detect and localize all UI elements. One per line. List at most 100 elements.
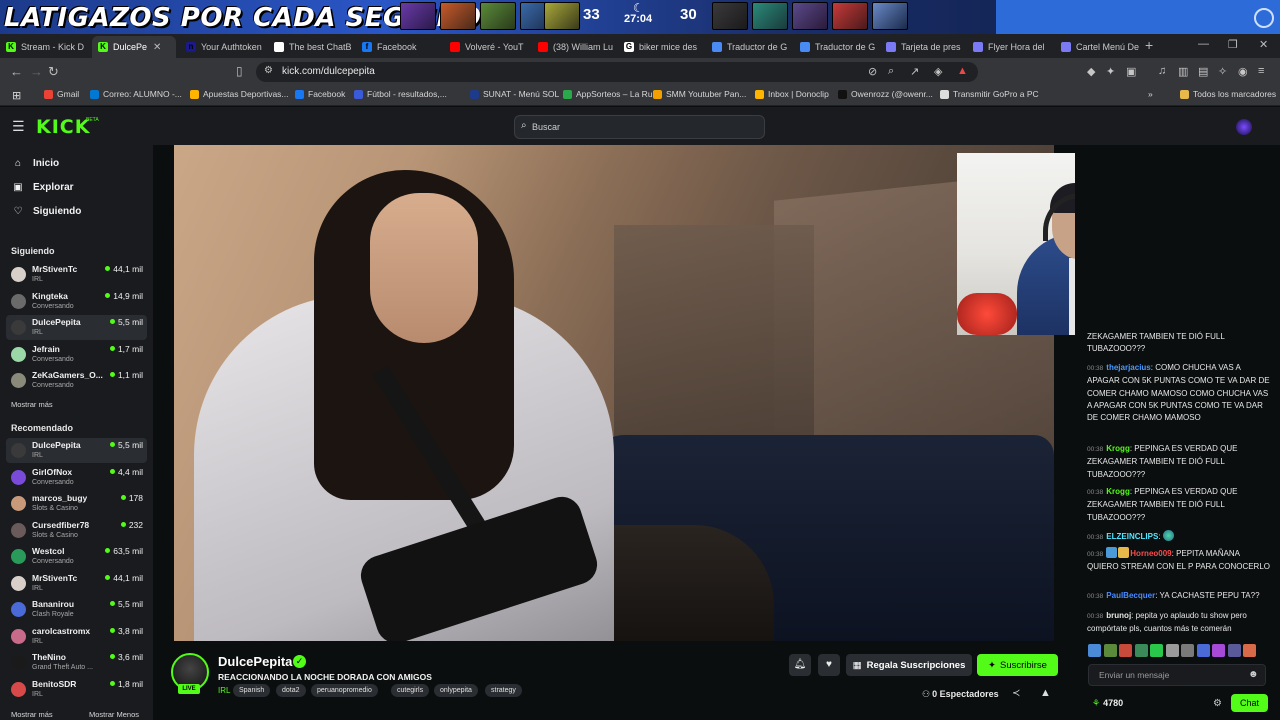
wallet-icon[interactable]: ▤ bbox=[1198, 65, 1208, 78]
chat-username[interactable]: Krogg bbox=[1106, 487, 1130, 496]
chat-username[interactable]: PaulBecquer bbox=[1106, 591, 1155, 600]
bookmark-item[interactable]: Gmail bbox=[44, 89, 79, 99]
bookmark-item[interactable]: Facebook bbox=[295, 89, 345, 99]
sidebar-channel-item[interactable]: Westcol Conversando 63,5 mil bbox=[6, 544, 147, 569]
bookmark-item[interactable]: SMM Youtuber Pan... bbox=[653, 89, 746, 99]
emote-icon[interactable] bbox=[1196, 644, 1210, 657]
emote-icon[interactable] bbox=[1212, 644, 1225, 657]
browser-tab[interactable]: Traductor de G bbox=[794, 36, 878, 58]
emote-icon[interactable] bbox=[1165, 644, 1179, 657]
stream-category[interactable]: IRL bbox=[218, 686, 230, 695]
sidebar-channel-item[interactable]: BenitoSDR IRL 1,8 mil bbox=[6, 677, 147, 702]
sidebar-nav-siguiendo[interactable]: ♡ Siguiendo bbox=[11, 206, 82, 217]
site-info-icon[interactable]: ⚙ bbox=[264, 65, 273, 76]
stream-tag[interactable]: strategy bbox=[485, 684, 522, 697]
bookmark-item[interactable]: Fútbol - resultados,... bbox=[354, 89, 447, 99]
emote-icon[interactable] bbox=[1103, 644, 1117, 657]
browser-tab[interactable]: Volveré - YouT bbox=[444, 36, 528, 58]
sidebar-show-toggle[interactable]: Mostrar Menos bbox=[89, 710, 139, 719]
alert-icon[interactable]: ▲ bbox=[957, 65, 968, 77]
sidebar-nav-explorar[interactable]: ▣ Explorar bbox=[11, 182, 73, 193]
sidebar-channel-item[interactable]: GirlOfNox Conversando 4,4 mil bbox=[6, 465, 147, 490]
chat-send-button[interactable]: Chat bbox=[1231, 694, 1268, 712]
sidebar-channel-item[interactable]: Jefrain Conversando 1,7 mil bbox=[6, 342, 147, 367]
sidebar-channel-item[interactable]: carolcastromx IRL 3,8 mil bbox=[6, 624, 147, 649]
browser-tab[interactable]: n Your Authtoken bbox=[180, 36, 264, 58]
sidebar-channel-item[interactable]: Bananirou Clash Royale 5,5 mil bbox=[6, 597, 147, 622]
browser-tab[interactable]: The best ChatB bbox=[268, 36, 352, 58]
browser-tab[interactable]: Cartel Menú De bbox=[1055, 36, 1139, 58]
streamer-name[interactable]: DulcePepita bbox=[218, 654, 292, 669]
notification-bell-button[interactable]: 🔔︎ bbox=[789, 654, 811, 676]
sidebar-nav-inicio[interactable]: ⌂ Inicio bbox=[11, 158, 59, 169]
all-bookmarks-folder[interactable]: Todos los marcadores bbox=[1180, 89, 1276, 99]
sidebar-channel-item[interactable]: MrStivenTc IRL 44,1 mil bbox=[6, 571, 147, 596]
forward-icon[interactable]: → bbox=[30, 64, 43, 79]
gift-subs-button[interactable]: ▦ Regala Suscripciones bbox=[846, 654, 972, 676]
browser-tab[interactable]: Traductor de G bbox=[706, 36, 790, 58]
sidebar-channel-item[interactable]: Kingteka Conversando 14,9 mil bbox=[6, 289, 147, 314]
stream-tag[interactable]: Spanish bbox=[233, 684, 271, 697]
sidebar-channel-item[interactable]: Cursedfiber78 Slots & Casino 232 bbox=[6, 518, 147, 543]
apps-grid-icon[interactable]: ⊞ bbox=[12, 89, 21, 102]
bookmark-item[interactable]: Owenrozz (@owenr... bbox=[838, 89, 933, 99]
extension-icon[interactable]: ◆ bbox=[1087, 65, 1095, 78]
emoji-picker-icon[interactable]: ☻ bbox=[1248, 669, 1259, 680]
browser-tab[interactable]: (38) William Lu bbox=[532, 36, 616, 58]
bookmark-item[interactable]: Apuestas Deportivas... bbox=[190, 89, 289, 99]
chat-username[interactable]: Horneo009 bbox=[1130, 549, 1171, 558]
stream-tag[interactable]: dota2 bbox=[276, 684, 306, 697]
screenshot-icon[interactable]: ▣ bbox=[1126, 65, 1136, 78]
music-icon[interactable]: ♫ bbox=[1158, 65, 1166, 77]
kick-logo[interactable]: KICK bbox=[36, 116, 90, 138]
bookmark-item[interactable]: AppSorteos – La Rul... bbox=[563, 89, 662, 99]
puzzle-icon[interactable]: ✦ bbox=[1106, 65, 1115, 78]
bookmark-item[interactable]: SUNAT - Menú SOL bbox=[470, 89, 559, 99]
bookmark-item[interactable]: Correo: ALUMNO -... bbox=[90, 89, 182, 99]
bookmarks-overflow-icon[interactable]: » bbox=[1148, 89, 1153, 99]
chat-settings-icon[interactable]: ⚙ bbox=[1213, 698, 1222, 709]
share-page-icon[interactable]: ↗ bbox=[910, 65, 919, 78]
ai-icon[interactable]: ✧ bbox=[1218, 65, 1227, 78]
sidebar-icon[interactable]: ▥ bbox=[1178, 65, 1188, 78]
emote-icon[interactable] bbox=[1227, 644, 1241, 657]
emote-icon[interactable] bbox=[1088, 644, 1101, 657]
sidebar-channel-item[interactable]: TheNino Grand Theft Auto ... 3,6 mil bbox=[6, 650, 147, 675]
sidebar-show-toggle[interactable]: Mostrar más bbox=[11, 400, 53, 409]
zoom-icon[interactable]: ⌕ bbox=[888, 65, 894, 78]
sidebar-channel-item[interactable]: ZeKaGamers_O... Conversando 1,1 mil bbox=[6, 368, 147, 393]
minimize-icon[interactable]: — bbox=[1198, 38, 1209, 50]
user-avatar[interactable] bbox=[1236, 119, 1252, 135]
emote-icon[interactable] bbox=[1134, 644, 1148, 657]
chat-username[interactable]: thejarjacius bbox=[1106, 363, 1150, 372]
emote-icon[interactable] bbox=[1119, 644, 1132, 657]
hamburger-menu-icon[interactable]: ☰ bbox=[12, 118, 25, 135]
chat-username[interactable]: brunoj bbox=[1106, 611, 1131, 620]
browser-tab[interactable]: Tarjeta de pres bbox=[880, 36, 964, 58]
menu-icon[interactable]: ≡ bbox=[1258, 65, 1264, 77]
chat-message-input[interactable] bbox=[1088, 664, 1266, 686]
vpn-icon[interactable]: ◉ bbox=[1238, 65, 1248, 78]
report-icon[interactable]: ▲ bbox=[1040, 687, 1051, 699]
browser-tab[interactable]: Flyer Hora del bbox=[967, 36, 1051, 58]
url-text[interactable]: kick.com/dulcepepita bbox=[282, 66, 375, 77]
share-icon[interactable]: ≺ bbox=[1012, 688, 1020, 699]
browser-tab[interactable]: Gbiker mice des bbox=[618, 36, 702, 58]
stream-tag[interactable]: peruanopromedio bbox=[311, 684, 378, 697]
bookmark-star-icon[interactable]: ▯ bbox=[236, 64, 243, 78]
new-tab-icon[interactable]: + bbox=[1145, 37, 1153, 53]
shield-icon[interactable]: ◈ bbox=[934, 65, 942, 78]
follow-heart-button[interactable]: ♥ bbox=[818, 654, 840, 676]
video-player[interactable] bbox=[174, 145, 1054, 641]
stream-tag[interactable]: cutegirls bbox=[391, 684, 430, 697]
sidebar-channel-item[interactable]: marcos_bugy Slots & Casino 178 bbox=[6, 491, 147, 516]
stream-tag[interactable]: onlypepita bbox=[434, 684, 478, 697]
chat-username[interactable]: ELZEINCLIPS bbox=[1106, 532, 1158, 541]
back-icon[interactable]: ← bbox=[10, 64, 23, 79]
sidebar-channel-item[interactable]: MrStivenTc IRL 44,1 mil bbox=[6, 262, 147, 287]
chat-username[interactable]: Krogg bbox=[1106, 444, 1130, 453]
emote-icon[interactable] bbox=[1150, 644, 1163, 657]
emote-icon[interactable] bbox=[1243, 644, 1256, 657]
search-input[interactable] bbox=[532, 117, 757, 137]
tab-close-icon[interactable]: ✕ bbox=[153, 42, 161, 53]
